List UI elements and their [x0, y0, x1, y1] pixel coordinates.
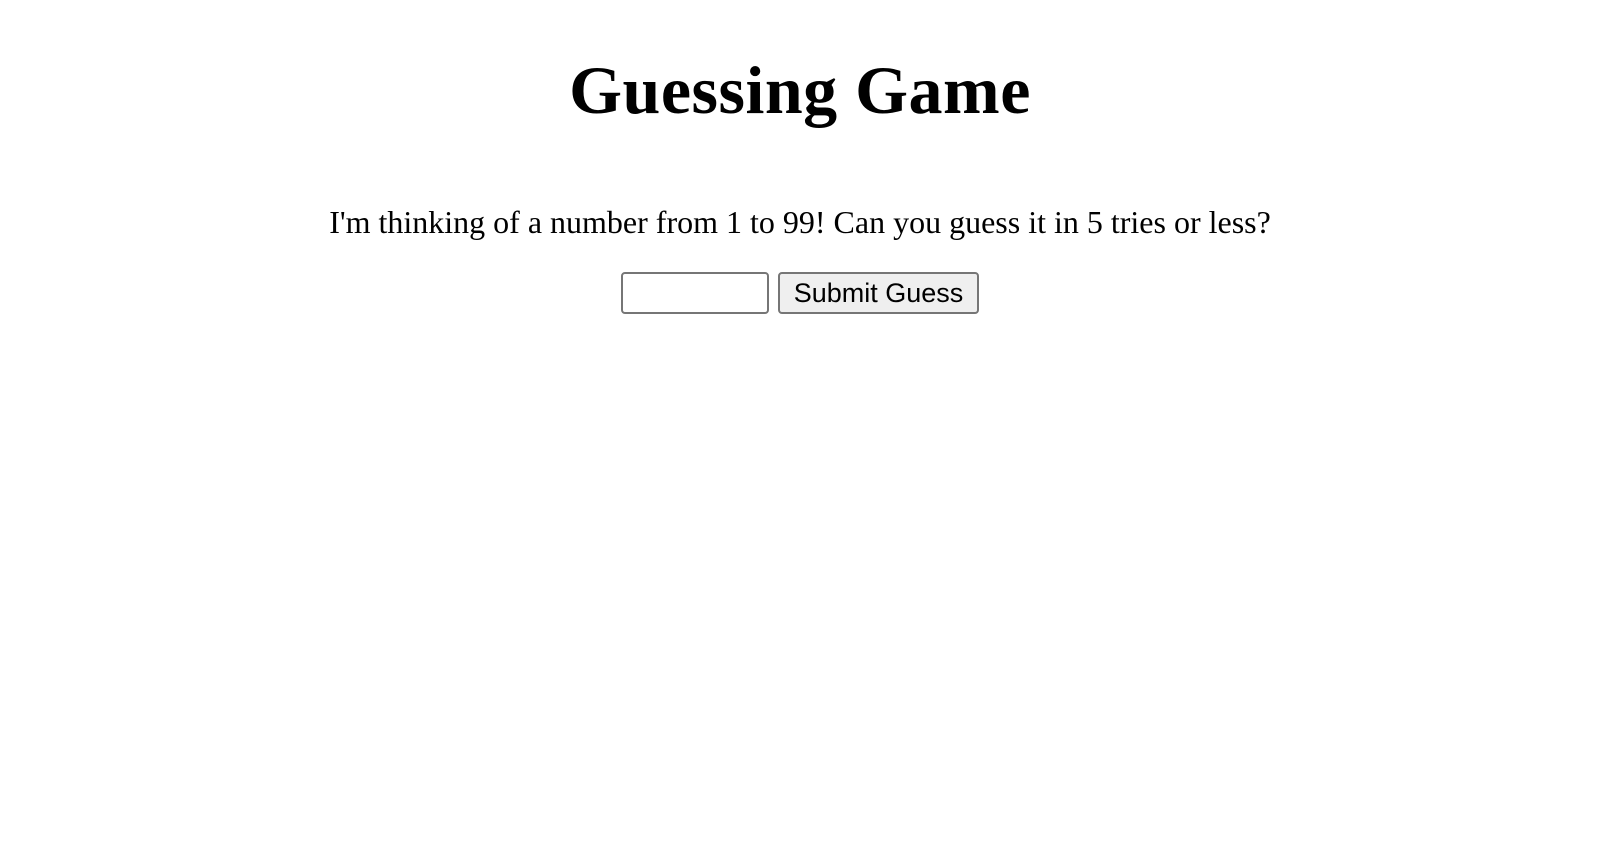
game-instructions: I'm thinking of a number from 1 to 99! C… [329, 204, 1271, 240]
guess-input[interactable] [620, 272, 769, 314]
guess-form: Submit Guess [0, 272, 1600, 314]
guessing-game-page: Guessing Game I'm thinking of a number f… [0, 0, 1600, 852]
page-title: Guessing Game [569, 52, 1031, 128]
submit-guess-button[interactable]: Submit Guess [777, 272, 980, 314]
